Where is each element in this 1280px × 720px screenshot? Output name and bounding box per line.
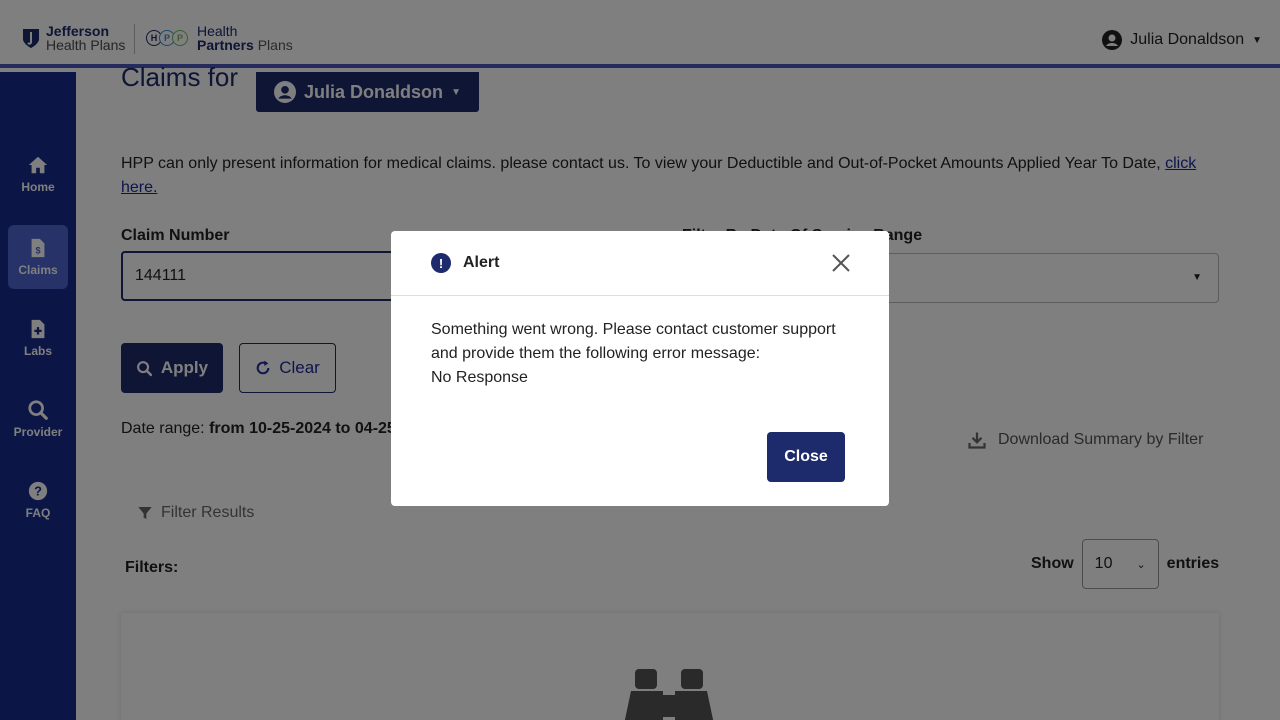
- error-detail: No Response: [431, 369, 528, 386]
- exclamation-icon: !: [431, 253, 451, 273]
- close-button[interactable]: Close: [767, 432, 845, 482]
- modal-title: Alert: [463, 254, 500, 271]
- modal-body: Something went wrong. Please contact cus…: [391, 296, 889, 390]
- error-message: Something went wrong. Please contact cus…: [431, 321, 836, 362]
- close-icon[interactable]: [831, 253, 851, 273]
- alert-modal: ! Alert Something went wrong. Please con…: [391, 231, 889, 506]
- modal-header: ! Alert: [391, 231, 889, 296]
